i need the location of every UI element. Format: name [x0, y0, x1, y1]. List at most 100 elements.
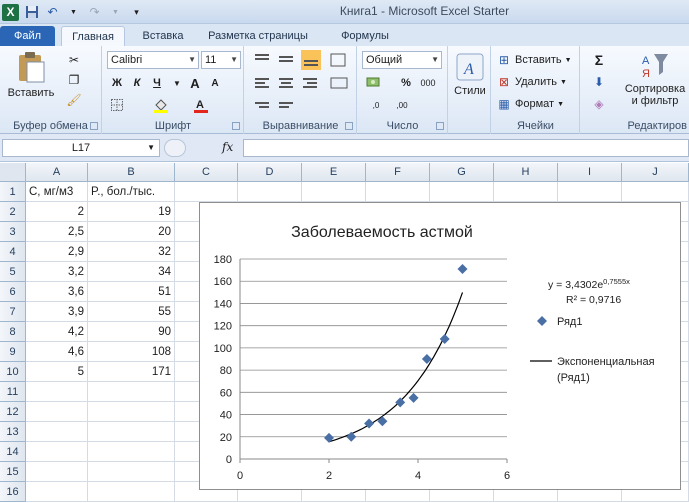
cell-a2[interactable]: 2 [26, 202, 88, 222]
font-name-combo[interactable]: Calibri ▼ [107, 51, 199, 69]
cell-a10[interactable]: 5 [26, 362, 88, 382]
row-header-4[interactable]: 4 [0, 242, 26, 262]
clear-icon[interactable]: ◈ [591, 96, 607, 112]
cell-b3[interactable]: 20 [88, 222, 175, 242]
increase-decimal-button[interactable]: ,0 [366, 96, 386, 114]
select-all-corner[interactable] [0, 163, 26, 182]
column-header-j[interactable]: J [622, 163, 689, 182]
row-header-1[interactable]: 1 [0, 182, 26, 202]
column-header-a[interactable]: A [26, 163, 88, 182]
cell-b8[interactable]: 90 [88, 322, 175, 342]
formula-bar-splitter[interactable] [164, 139, 186, 157]
cell-a3[interactable]: 2,5 [26, 222, 88, 242]
column-header-g[interactable]: G [430, 163, 494, 182]
underline-button[interactable]: Ч [147, 74, 167, 92]
grow-font-button[interactable]: A [185, 74, 205, 92]
cell-a14[interactable] [26, 442, 88, 462]
cell-j1[interactable] [622, 182, 689, 202]
cell-a13[interactable] [26, 422, 88, 442]
cell-h1[interactable] [494, 182, 558, 202]
decrease-decimal-button[interactable]: ,00 [392, 96, 412, 114]
cell-a4[interactable]: 2,9 [26, 242, 88, 262]
row-header-8[interactable]: 8 [0, 322, 26, 342]
name-box[interactable]: L17 ▼ [2, 139, 160, 157]
cut-icon[interactable]: ✂ [66, 52, 82, 68]
cell-c1[interactable] [175, 182, 238, 202]
delete-cells-button[interactable]: ⊠ Удалить ▼ [496, 74, 567, 90]
insert-function-button[interactable]: fx [222, 140, 233, 154]
currency-icon[interactable] [364, 74, 384, 92]
fill-icon[interactable]: ⬇ [591, 74, 607, 90]
cell-g1[interactable] [430, 182, 494, 202]
cell-a12[interactable] [26, 402, 88, 422]
row-header-3[interactable]: 3 [0, 222, 26, 242]
clipboard-launcher-icon[interactable] [90, 122, 98, 130]
cell-b2[interactable]: 19 [88, 202, 175, 222]
row-header-7[interactable]: 7 [0, 302, 26, 322]
italic-button[interactable]: К [127, 74, 147, 92]
font-size-combo[interactable]: 11 ▼ [201, 51, 241, 69]
column-header-d[interactable]: D [238, 163, 302, 182]
borders-icon[interactable] [107, 96, 127, 114]
cell-e1[interactable] [302, 182, 366, 202]
cell-b12[interactable] [88, 402, 175, 422]
cell-a1[interactable]: C, мг/м3 [26, 182, 88, 202]
cell-b10[interactable]: 171 [88, 362, 175, 382]
chart-area[interactable]: Заболеваемость астмой 0 20 40 60 80 100 120 140 1… [199, 202, 681, 490]
row-header-5[interactable]: 5 [0, 262, 26, 282]
font-launcher-icon[interactable] [232, 122, 240, 130]
row-header-14[interactable]: 14 [0, 442, 26, 462]
alignment-launcher-icon[interactable] [345, 122, 353, 130]
thousands-button[interactable]: 000 [418, 74, 438, 92]
formula-input[interactable] [243, 139, 689, 157]
cell-d1[interactable] [238, 182, 302, 202]
alignment-icons[interactable] [251, 50, 355, 116]
cell-b1[interactable]: P., бол./тыс. [88, 182, 175, 202]
column-header-e[interactable]: E [302, 163, 366, 182]
column-header-i[interactable]: I [558, 163, 622, 182]
cell-a6[interactable]: 3,6 [26, 282, 88, 302]
format-painter-icon[interactable]: 🖌 [66, 92, 82, 108]
cell-f1[interactable] [366, 182, 430, 202]
paste-button[interactable]: Вставить [6, 50, 56, 106]
cell-b14[interactable] [88, 442, 175, 462]
sort-filter-button[interactable]: AЯ Сортировка и фильтр [621, 50, 689, 107]
row-header-15[interactable]: 15 [0, 462, 26, 482]
cell-a11[interactable] [26, 382, 88, 402]
row-header-10[interactable]: 10 [0, 362, 26, 382]
autosum-icon[interactable]: Σ [591, 52, 607, 68]
cell-a15[interactable] [26, 462, 88, 482]
format-cells-button[interactable]: ▦ Формат ▼ [496, 96, 564, 112]
number-format-combo[interactable]: Общий ▼ [362, 51, 442, 69]
percent-button[interactable]: % [396, 74, 416, 92]
cell-a16[interactable] [26, 482, 88, 502]
column-header-f[interactable]: F [366, 163, 430, 182]
cell-b4[interactable]: 32 [88, 242, 175, 262]
row-header-13[interactable]: 13 [0, 422, 26, 442]
cell-a5[interactable]: 3,2 [26, 262, 88, 282]
shrink-font-button[interactable]: A [205, 74, 225, 92]
bold-button[interactable]: Ж [107, 74, 127, 92]
column-header-c[interactable]: C [175, 163, 238, 182]
underline-dropdown-icon[interactable]: ▼ [167, 74, 187, 92]
cell-a9[interactable]: 4,6 [26, 342, 88, 362]
cell-b5[interactable]: 34 [88, 262, 175, 282]
insert-cells-button[interactable]: ⊞ Вставить ▼ [496, 52, 572, 68]
cell-b7[interactable]: 55 [88, 302, 175, 322]
row-header-9[interactable]: 9 [0, 342, 26, 362]
styles-button[interactable]: A Стили [453, 52, 487, 97]
row-header-11[interactable]: 11 [0, 382, 26, 402]
column-header-h[interactable]: H [494, 163, 558, 182]
tab-home[interactable]: Главная [61, 26, 125, 46]
row-header-12[interactable]: 12 [0, 402, 26, 422]
row-header-16[interactable]: 16 [0, 482, 26, 502]
tab-file[interactable]: Файл [0, 26, 55, 46]
tab-page-layout[interactable]: Разметка страницы [200, 26, 316, 46]
cell-b16[interactable] [88, 482, 175, 502]
cell-a7[interactable]: 3,9 [26, 302, 88, 322]
cell-a8[interactable]: 4,2 [26, 322, 88, 342]
cell-b11[interactable] [88, 382, 175, 402]
cell-i1[interactable] [558, 182, 622, 202]
fill-color-icon[interactable] [151, 96, 171, 114]
cell-b6[interactable]: 51 [88, 282, 175, 302]
